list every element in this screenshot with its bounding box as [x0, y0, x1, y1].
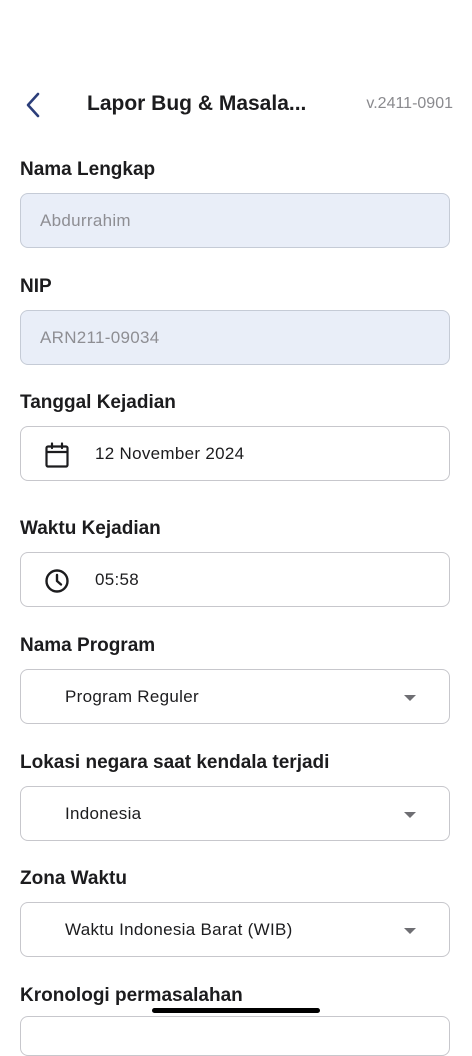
incident-date-label: Tanggal Kejadian — [20, 392, 176, 413]
app-header: Lapor Bug & Masala... v.2411-0901 — [0, 80, 472, 130]
timezone-label: Zona Waktu — [20, 868, 127, 889]
timezone-select[interactable]: Waktu Indonesia Barat (WIB) — [20, 902, 450, 957]
chronology-label: Kronologi permasalahan — [20, 985, 243, 1006]
incident-time-label: Waktu Kejadian — [20, 518, 161, 539]
name-value: Abdurrahim — [40, 211, 131, 230]
nip-field: ARN211-09034 — [20, 310, 450, 365]
caret-down-icon — [404, 928, 416, 934]
incident-time-value: 05:58 — [95, 570, 140, 589]
country-select[interactable]: Indonesia — [20, 786, 450, 841]
name-label: Nama Lengkap — [20, 159, 156, 180]
nip-label: NIP — [20, 276, 52, 297]
home-indicator — [152, 1008, 320, 1013]
timezone-selected: Waktu Indonesia Barat (WIB) — [65, 920, 293, 939]
caret-down-icon — [404, 695, 416, 701]
caret-down-icon — [404, 812, 416, 818]
clock-icon — [45, 569, 69, 593]
incident-date-value: 12 November 2024 — [95, 444, 245, 463]
back-button[interactable] — [18, 90, 48, 120]
name-field: Abdurrahim — [20, 193, 450, 248]
program-label: Nama Program — [20, 635, 156, 656]
nip-value: ARN211-09034 — [40, 328, 160, 347]
country-label: Lokasi negara saat kendala terjadi — [20, 752, 330, 773]
version-label: v.2411-0901 — [366, 95, 453, 112]
calendar-icon — [45, 442, 69, 468]
incident-time-field[interactable]: 05:58 — [20, 552, 450, 607]
chevron-left-icon — [26, 92, 40, 118]
program-selected: Program Reguler — [65, 687, 199, 706]
chronology-textarea[interactable] — [20, 1016, 450, 1056]
incident-date-field[interactable]: 12 November 2024 — [20, 426, 450, 481]
country-selected: Indonesia — [65, 804, 142, 823]
page-title: Lapor Bug & Masala... — [87, 92, 307, 115]
program-select[interactable]: Program Reguler — [20, 669, 450, 724]
